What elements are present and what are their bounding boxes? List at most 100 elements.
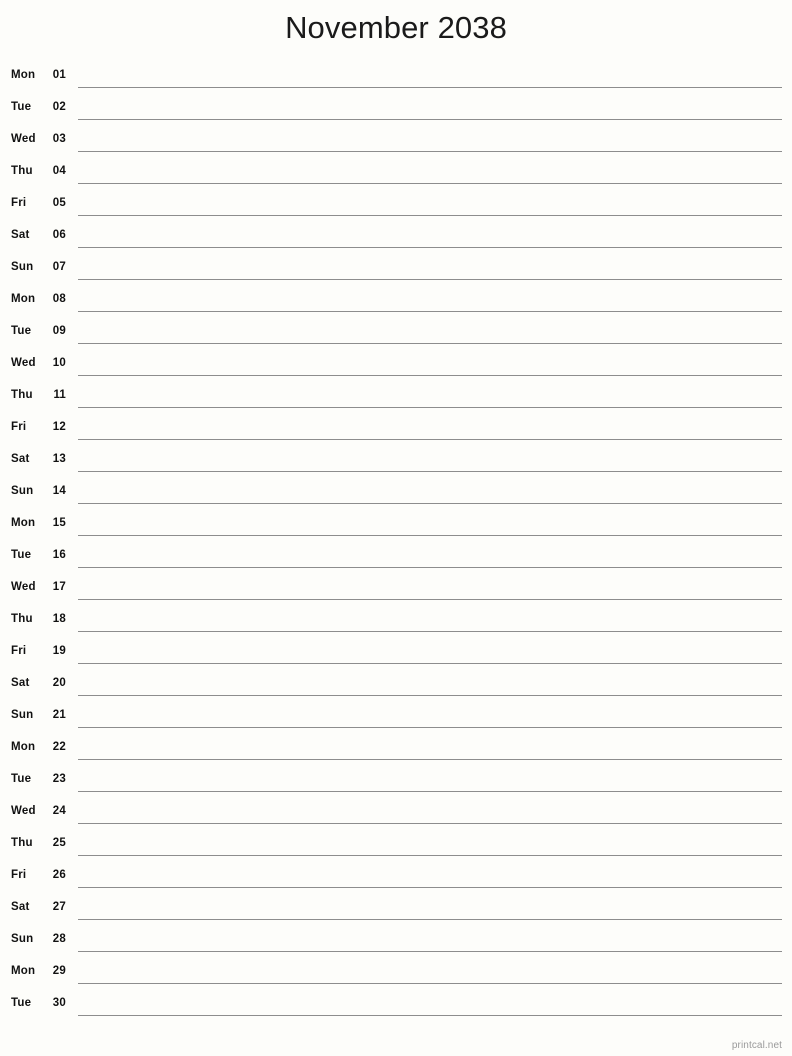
day-row[interactable]: Thu 18 [0,604,792,636]
day-number-label: 01 [52,69,66,81]
day-of-week-label: Sun [11,261,34,273]
day-of-week-label: Mon [11,741,36,753]
day-row[interactable]: Thu 11 [0,380,792,412]
writing-line[interactable] [78,503,782,504]
day-number-label: 15 [52,517,66,529]
day-of-week-label: Tue [11,101,32,113]
writing-line[interactable] [78,567,782,568]
day-of-week-label: Sun [11,485,34,497]
day-number-label: 25 [52,837,66,849]
day-row[interactable]: Sun 07 [0,252,792,284]
day-of-week-label: Sat [11,677,30,689]
day-row[interactable]: Thu 25 [0,828,792,860]
day-number-label: 08 [52,293,66,305]
day-of-week-label: Tue [11,549,32,561]
day-of-week-label: Tue [11,325,32,337]
day-row[interactable]: Fri 05 [0,188,792,220]
writing-line[interactable] [78,919,782,920]
day-of-week-label: Thu [11,837,33,849]
writing-line[interactable] [78,727,782,728]
day-of-week-label: Mon [11,293,36,305]
day-row[interactable]: Sun 21 [0,700,792,732]
writing-line[interactable] [78,471,782,472]
day-row[interactable]: Tue 02 [0,92,792,124]
day-number-label: 07 [52,261,66,273]
day-row[interactable]: Fri 26 [0,860,792,892]
day-of-week-label: Thu [11,165,33,177]
day-number-label: 17 [52,581,66,593]
day-row[interactable]: Mon 01 [0,60,792,92]
day-row[interactable]: Tue 30 [0,988,792,1020]
day-of-week-label: Tue [11,773,32,785]
day-row[interactable]: Sun 14 [0,476,792,508]
writing-line[interactable] [78,215,782,216]
writing-line[interactable] [78,375,782,376]
day-of-week-label: Sat [11,901,30,913]
day-number-label: 05 [52,197,66,209]
writing-line[interactable] [78,535,782,536]
day-row[interactable]: Tue 09 [0,316,792,348]
day-row[interactable]: Sat 06 [0,220,792,252]
day-row[interactable]: Sun 28 [0,924,792,956]
day-of-week-label: Mon [11,965,36,977]
writing-line[interactable] [78,247,782,248]
day-row[interactable]: Sat 13 [0,444,792,476]
writing-line[interactable] [78,695,782,696]
day-number-label: 26 [52,869,66,881]
day-of-week-label: Fri [11,197,27,209]
writing-line[interactable] [78,1015,782,1016]
day-of-week-label: Wed [11,357,36,369]
day-number-label: 19 [52,645,66,657]
writing-line[interactable] [78,439,782,440]
writing-line[interactable] [78,87,782,88]
writing-line[interactable] [78,631,782,632]
day-of-week-label: Wed [11,133,36,145]
day-of-week-label: Wed [11,581,36,593]
day-row[interactable]: Tue 23 [0,764,792,796]
writing-line[interactable] [78,119,782,120]
writing-line[interactable] [78,983,782,984]
day-row[interactable]: Wed 03 [0,124,792,156]
day-row[interactable]: Mon 08 [0,284,792,316]
day-number-label: 12 [52,421,66,433]
day-row[interactable]: Fri 19 [0,636,792,668]
writing-line[interactable] [78,599,782,600]
writing-line[interactable] [78,759,782,760]
writing-line[interactable] [78,791,782,792]
day-number-label: 11 [53,389,66,401]
day-row[interactable]: Wed 24 [0,796,792,828]
day-row[interactable]: Wed 10 [0,348,792,380]
day-row[interactable]: Tue 16 [0,540,792,572]
day-number-label: 10 [52,357,66,369]
day-row[interactable]: Mon 15 [0,508,792,540]
writing-line[interactable] [78,663,782,664]
day-row[interactable]: Sat 27 [0,892,792,924]
day-number-label: 03 [52,133,66,145]
day-number-label: 23 [52,773,66,785]
day-number-label: 28 [52,933,66,945]
day-number-label: 02 [52,101,66,113]
day-number-label: 14 [52,485,66,497]
day-of-week-label: Sat [11,453,30,465]
writing-line[interactable] [78,279,782,280]
writing-line[interactable] [78,183,782,184]
day-of-week-label: Sat [11,229,30,241]
day-number-label: 09 [52,325,66,337]
writing-line[interactable] [78,343,782,344]
writing-line[interactable] [78,407,782,408]
writing-line[interactable] [78,151,782,152]
day-row[interactable]: Thu 04 [0,156,792,188]
day-number-label: 22 [52,741,66,753]
writing-line[interactable] [78,855,782,856]
writing-line[interactable] [78,887,782,888]
writing-line[interactable] [78,311,782,312]
day-of-week-label: Wed [11,805,36,817]
day-number-label: 13 [52,453,66,465]
day-row[interactable]: Sat 20 [0,668,792,700]
writing-line[interactable] [78,823,782,824]
day-row[interactable]: Mon 29 [0,956,792,988]
day-row[interactable]: Wed 17 [0,572,792,604]
writing-line[interactable] [78,951,782,952]
day-row[interactable]: Fri 12 [0,412,792,444]
day-row[interactable]: Mon 22 [0,732,792,764]
